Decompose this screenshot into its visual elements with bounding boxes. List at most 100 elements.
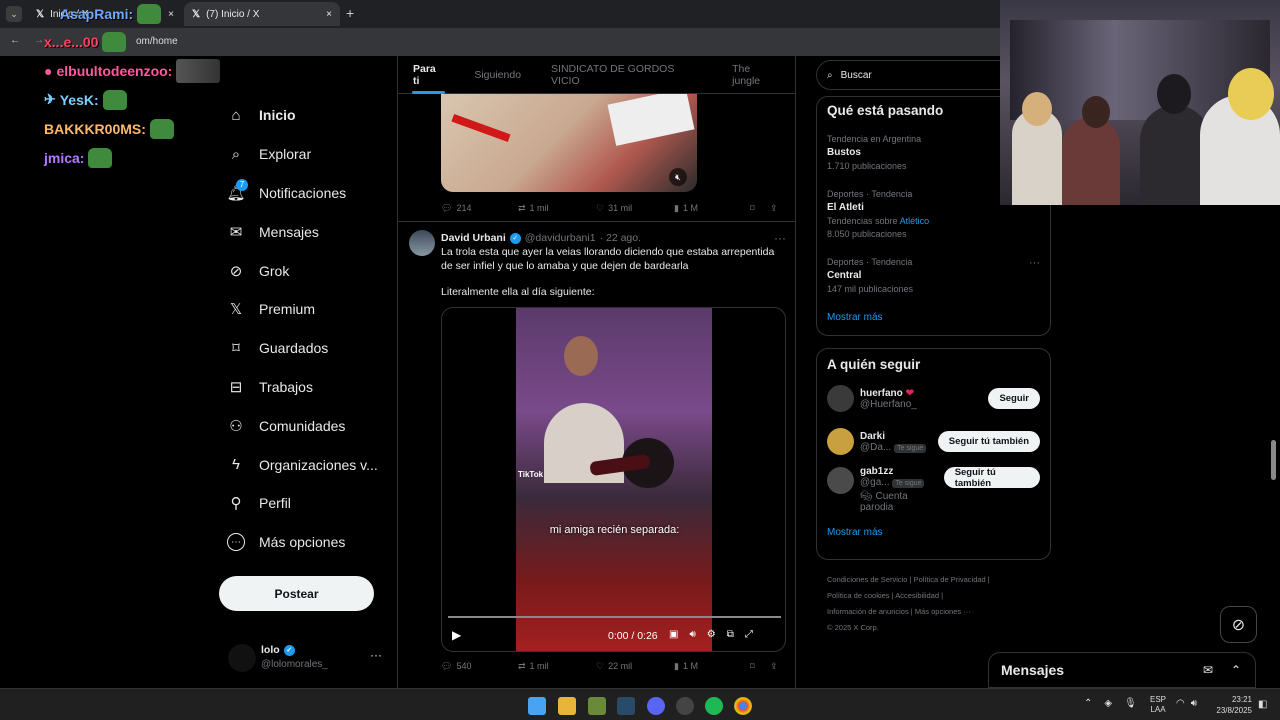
nav-label: Premium bbox=[259, 301, 316, 318]
nav-item-bookmarks[interactable]: ⌑ Guardados bbox=[219, 329, 394, 368]
chrome-icon[interactable] bbox=[734, 697, 752, 715]
quick-settings[interactable]: ◠ 🔊︎ bbox=[1176, 698, 1197, 709]
volume-icon[interactable]: 🔊︎ bbox=[689, 629, 695, 640]
nav-item-communities[interactable]: ⚇ Comunidades bbox=[219, 406, 394, 445]
tab-list-sindicato[interactable]: SINDICATO DE GORDOS VICIO bbox=[536, 56, 717, 94]
system-tray[interactable]: ⌃ ◈ 🎙︎ bbox=[1084, 698, 1137, 709]
steam-icon[interactable] bbox=[617, 697, 635, 715]
obs-icon[interactable] bbox=[676, 697, 694, 715]
more-icon[interactable]: ··· bbox=[370, 648, 382, 662]
search-icon: ⌕ bbox=[827, 69, 833, 81]
nav-label: Notificaciones bbox=[259, 184, 347, 201]
url-text[interactable]: om/home bbox=[136, 36, 178, 47]
microphone-icon[interactable]: 🎙︎ bbox=[1124, 698, 1137, 709]
footer-link[interactable]: Información de anuncios bbox=[827, 607, 909, 616]
author-handle[interactable]: @davidurbani1 bbox=[525, 232, 596, 244]
start-menu-icon[interactable] bbox=[528, 697, 546, 715]
grok-button[interactable]: ⊘ bbox=[1220, 606, 1257, 643]
new-message-icon[interactable]: ✉ bbox=[1203, 663, 1213, 677]
author-name[interactable]: David Urbani bbox=[441, 232, 506, 244]
follow-handle: @Da... bbox=[860, 441, 892, 453]
trend-link[interactable]: Atlético bbox=[900, 216, 930, 226]
follow-suggestion[interactable]: gab1zz @ga... Te sigue 🎭︎ Cuenta parodia… bbox=[827, 463, 1040, 515]
repost-button[interactable]: ⇄ 1 mil bbox=[518, 203, 596, 214]
language-indicator[interactable]: ESP LAA bbox=[1150, 695, 1166, 715]
tab-list-jungle[interactable]: The jungle bbox=[717, 56, 795, 94]
discord-icon[interactable] bbox=[647, 697, 665, 715]
spotify-icon[interactable] bbox=[705, 697, 723, 715]
popout-icon[interactable]: ⧉ bbox=[727, 629, 734, 640]
show-more-link[interactable]: Mostrar más bbox=[827, 312, 1040, 323]
follow-name: huerfano bbox=[860, 387, 903, 399]
avatar[interactable] bbox=[409, 230, 435, 256]
follow-back-button[interactable]: Seguir tú también bbox=[937, 431, 1040, 452]
share-icon[interactable]: ⇪ bbox=[770, 203, 778, 214]
chevron-up-icon[interactable]: ⌃ bbox=[1084, 698, 1092, 709]
mute-icon[interactable]: 🔇︎ bbox=[669, 168, 687, 186]
share-icon[interactable]: ⇪ bbox=[770, 661, 778, 672]
reply-button[interactable]: 💬︎ 540 bbox=[441, 661, 518, 672]
footer-link[interactable]: Condiciones de Servicio bbox=[827, 575, 907, 584]
footer-link[interactable]: Más opciones ··· bbox=[915, 607, 971, 616]
settings-icon[interactable]: ⚙ bbox=[707, 629, 716, 640]
account-switcher[interactable]: lolo ✓ @lolomorales_ ··· bbox=[228, 642, 388, 674]
nav-item-organizations[interactable]: ϟ Organizaciones v... bbox=[219, 445, 394, 484]
post-date[interactable]: · 22 ago. bbox=[600, 232, 641, 244]
app-icon[interactable] bbox=[588, 697, 606, 715]
repost-button[interactable]: ⇄ 1 mil bbox=[518, 661, 596, 672]
more-icon[interactable]: ··· bbox=[1029, 257, 1040, 269]
fullscreen-icon[interactable]: ⤢ bbox=[745, 629, 753, 640]
play-button[interactable]: ▶ bbox=[452, 628, 461, 642]
close-tab-button[interactable]: × bbox=[326, 9, 332, 20]
file-explorer-icon[interactable] bbox=[558, 697, 576, 715]
nav-item-more[interactable]: ⋯ Más opciones bbox=[219, 523, 394, 562]
expand-icon[interactable]: ⌃ bbox=[1231, 663, 1241, 677]
nav-item-messages[interactable]: ✉ Mensajes bbox=[219, 212, 394, 251]
footer-link[interactable]: Política de cookies bbox=[827, 591, 890, 600]
video-player[interactable]: TikTok mi amiga recién separada: ▶ 0:00 … bbox=[441, 307, 786, 652]
video-progress-bar[interactable] bbox=[448, 616, 781, 618]
nav-item-premium[interactable]: 𝕏 Premium bbox=[219, 290, 394, 329]
follow-suggestion[interactable]: huerfano ❤ @Huerfano_ Seguir bbox=[827, 377, 1040, 420]
nav-item-jobs[interactable]: ⊟ Trabajos bbox=[219, 368, 394, 407]
reply-button[interactable]: 💬︎ 214 bbox=[441, 203, 518, 214]
views-button[interactable]: ▮ 1 M bbox=[674, 203, 750, 214]
nav-item-profile[interactable]: ⚲ Perfil bbox=[219, 484, 394, 523]
nav-item-home[interactable]: ⌂ Inicio bbox=[219, 96, 394, 135]
x-logo-icon: 𝕏 bbox=[192, 8, 201, 20]
bookmark-button[interactable]: ⌑ bbox=[750, 203, 770, 214]
nav-item-grok[interactable]: ⊘ Grok bbox=[219, 251, 394, 290]
messages-drawer[interactable]: Mensajes ✉ ⌃ bbox=[988, 652, 1256, 688]
notification-icon[interactable]: ◧ bbox=[1258, 699, 1267, 710]
like-button[interactable]: ♡ 22 mil bbox=[596, 661, 674, 672]
follow-back-button[interactable]: Seguir tú también bbox=[943, 467, 1040, 489]
like-button[interactable]: ♡ 31 mil bbox=[596, 203, 674, 214]
scrollbar[interactable] bbox=[1271, 440, 1276, 480]
show-more-link[interactable]: Mostrar más bbox=[827, 527, 1040, 538]
trend-item[interactable]: Deportes · Tendencia Central 147 mil pub… bbox=[827, 257, 1040, 294]
new-tab-button[interactable]: + bbox=[346, 5, 354, 21]
follow-name: gab1zz bbox=[860, 465, 894, 477]
tab-following[interactable]: Siguiendo bbox=[459, 56, 536, 94]
post-text: La trola esta que ayer la veias llorando… bbox=[441, 246, 775, 272]
trend-extra: Tendencias sobre bbox=[827, 216, 898, 226]
follow-suggestion[interactable]: Darki @Da... Te sigue Seguir tú también bbox=[827, 420, 1040, 463]
footer-link[interactable]: Accesibilidad bbox=[895, 591, 939, 600]
post-button[interactable]: Postear bbox=[219, 576, 374, 611]
captions-icon[interactable]: ▣ bbox=[669, 629, 678, 640]
views-button[interactable]: ▮ 1 M bbox=[674, 661, 750, 672]
tab-notifications[interactable]: 𝕏 (7) Inicio / X × bbox=[184, 2, 340, 26]
follow-button[interactable]: Seguir bbox=[988, 388, 1040, 409]
footer-link[interactable]: Política de Privacidad bbox=[914, 575, 986, 584]
post-media-image[interactable]: 🔇︎ bbox=[441, 94, 697, 192]
pepe-emote-icon bbox=[149, 118, 174, 139]
chat-username: BAKKKR00MS: bbox=[44, 120, 146, 137]
nav-item-notifications[interactable]: 🔔︎ 7 Notificaciones bbox=[219, 174, 394, 213]
close-tab-button[interactable]: × bbox=[168, 9, 174, 20]
nav-item-explore[interactable]: ⌕ Explorar bbox=[219, 135, 394, 174]
more-icon[interactable]: ··· bbox=[774, 231, 786, 245]
bookmark-button[interactable]: ⌑ bbox=[750, 661, 770, 672]
tab-for-you[interactable]: Para ti bbox=[398, 56, 459, 94]
security-icon[interactable]: ◈ bbox=[1104, 698, 1112, 709]
clock[interactable]: 23:21 23/8/2025 bbox=[1210, 694, 1252, 716]
